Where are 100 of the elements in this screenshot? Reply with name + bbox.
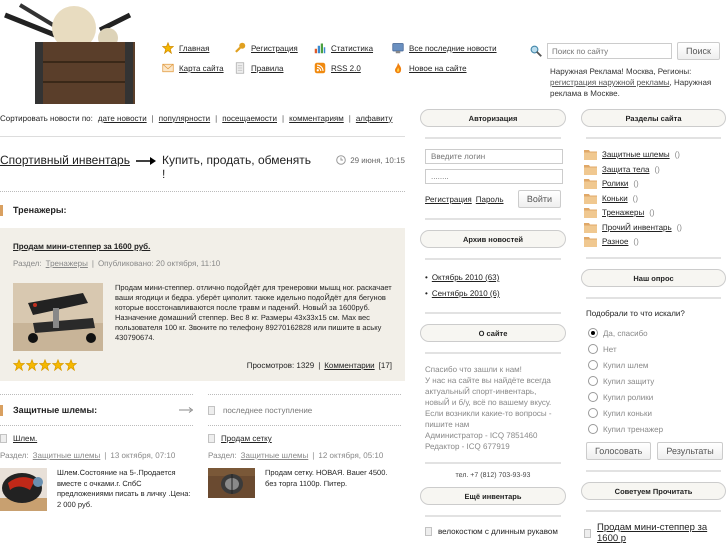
star-icon <box>52 359 64 371</box>
nav-link[interactable]: Регистрация <box>251 44 298 52</box>
sort-link[interactable]: алфавиту <box>356 114 392 122</box>
poll-button[interactable]: Результаты <box>657 442 723 460</box>
breadcrumb-link[interactable]: Спортивный инвентарь <box>0 153 130 167</box>
ad-text: Наружная Реклама! Москва, Регионы: регистрация наружной рекламы, Наружная реклама в Москве. <box>550 66 712 99</box>
star-icon <box>26 359 38 371</box>
search-field[interactable]: Поиск по сайту <box>547 43 672 59</box>
section-link[interactable]: Защита тела <box>602 164 650 174</box>
folder-icon <box>584 192 597 204</box>
star-icon <box>162 42 174 54</box>
folder-icon <box>584 149 597 160</box>
publish-date: Опубликовано: 20 октября, 11:10 <box>98 259 220 268</box>
sort-link[interactable]: дате новости <box>98 114 147 122</box>
bullet: • <box>425 272 428 284</box>
section-link[interactable]: Разное <box>602 237 628 246</box>
poll-option: Купил ролики <box>603 392 654 402</box>
nav-link[interactable]: Правила <box>251 64 284 72</box>
sort-link[interactable]: популярности <box>158 114 210 122</box>
radio-button[interactable] <box>588 328 598 338</box>
document-icon <box>208 406 215 414</box>
bullet: • <box>425 288 428 300</box>
about-text: Администратор - ICQ 7851460 <box>425 430 538 441</box>
nav-link[interactable]: Все последние новости <box>409 44 497 52</box>
poll-option: Нет <box>603 344 617 354</box>
poll-option: Да, спасибо <box>603 328 648 338</box>
separator: | <box>282 114 284 122</box>
folder-icon <box>584 236 597 247</box>
page-title: Купить, продать, обменять ! <box>162 153 312 181</box>
document-icon <box>0 434 7 443</box>
poll-option: Купил шлем <box>603 360 648 370</box>
document-icon <box>208 434 215 443</box>
post-date: 29 июня, 10:15 <box>350 156 405 164</box>
document-icon <box>584 528 591 538</box>
register-link[interactable]: Регистрация <box>425 194 472 204</box>
arrow-icon <box>136 157 156 165</box>
nav-link[interactable]: Карта сайта <box>179 64 224 72</box>
separator: | <box>104 451 106 460</box>
section-link[interactable]: Ролики <box>602 179 628 188</box>
section-label: Раздел: <box>208 451 237 460</box>
sort-label: Сортировать новости по: <box>0 114 93 122</box>
item-count: () <box>649 208 655 217</box>
category-title: Защитные шлемы: <box>13 405 98 415</box>
section-title: Тренажеры: <box>13 205 67 215</box>
item-title[interactable]: Шлем. <box>13 434 38 443</box>
separator: | <box>152 114 154 122</box>
search-button[interactable]: Поиск <box>677 42 720 60</box>
comment-count: [17] <box>378 360 392 370</box>
separator: | <box>348 114 351 122</box>
archive-link[interactable]: Октябрь 2010 (63) <box>432 270 500 286</box>
poll-option: Купил коньки <box>603 408 652 418</box>
poll-question: Подобрали то что искали? <box>586 309 686 318</box>
sort-link[interactable]: посещаемости <box>222 114 277 122</box>
article-title[interactable]: Продам мини-степпер за 1600 руб. <box>13 242 150 251</box>
nav-link[interactable]: Новое на сайте <box>409 64 467 72</box>
radio-button[interactable] <box>588 408 598 418</box>
section-link[interactable]: ПрочиЙ инвентарь <box>602 222 672 232</box>
nav-link[interactable]: Статистика <box>331 44 374 52</box>
password-field[interactable]: ........ <box>425 169 563 184</box>
radio-button[interactable] <box>588 360 598 370</box>
about-text: Если возникли какие-то вопросы - пишите нам <box>425 408 553 430</box>
view-count: Просмотров: 1329 <box>246 360 314 370</box>
envelope-icon <box>162 62 174 74</box>
nav-link[interactable]: RSS 2.0 <box>331 64 361 72</box>
article-link[interactable]: Продам мини-степпер за 1600 р <box>597 522 723 544</box>
item-date: 12 октября, 05:10 <box>318 451 384 460</box>
about-text: У нас на сайте вы найдёте всегда актуальныЙ спорт-инвентарь, новыЙ и б/у, всё по вашему вкусу. <box>425 375 552 408</box>
ad-link[interactable]: регистрация наружной рекламы <box>550 78 670 87</box>
document-icon <box>425 527 432 536</box>
section-link[interactable]: Тренажеры <box>602 208 644 217</box>
poll-option: Купил защиту <box>603 376 654 386</box>
item-title[interactable]: Продам сетку <box>221 434 272 443</box>
item-count: () <box>676 222 682 232</box>
radio-button[interactable] <box>588 376 598 386</box>
flame-icon <box>392 62 404 74</box>
section-link[interactable]: Коньки <box>602 194 628 202</box>
radio-button[interactable] <box>588 392 598 402</box>
archive-link[interactable]: Сентябрь 2010 (6) <box>432 286 500 302</box>
section-link[interactable]: Защитные шлемы <box>240 451 308 460</box>
radio-button[interactable] <box>588 344 598 354</box>
item-link[interactable]: велокостюм с длинным рукавом <box>438 527 558 536</box>
login-field[interactable]: Введите логин <box>425 149 563 164</box>
about-text: Спасибо что зашли к нам! <box>425 364 523 375</box>
section-link[interactable]: Защитные шлемы <box>602 150 670 159</box>
comments-link[interactable]: Комментарии <box>324 360 375 370</box>
separator: | <box>312 451 314 460</box>
clock-icon <box>336 155 346 165</box>
section-link[interactable]: Защитные шлемы <box>32 451 100 460</box>
item-count: () <box>632 194 638 202</box>
item-count: () <box>633 237 639 246</box>
item-count: () <box>654 164 660 174</box>
poll-button[interactable]: Голосовать <box>586 442 652 460</box>
search-icon <box>530 45 542 57</box>
item-date: 13 октября, 07:10 <box>110 451 176 460</box>
item-count: () <box>633 179 639 188</box>
nav-link[interactable]: Главная <box>179 44 210 52</box>
radio-button[interactable] <box>588 424 598 434</box>
password-link[interactable]: Пароль <box>476 194 504 204</box>
sort-link[interactable]: комментариям <box>289 114 344 122</box>
login-button[interactable]: Войти <box>518 190 561 208</box>
